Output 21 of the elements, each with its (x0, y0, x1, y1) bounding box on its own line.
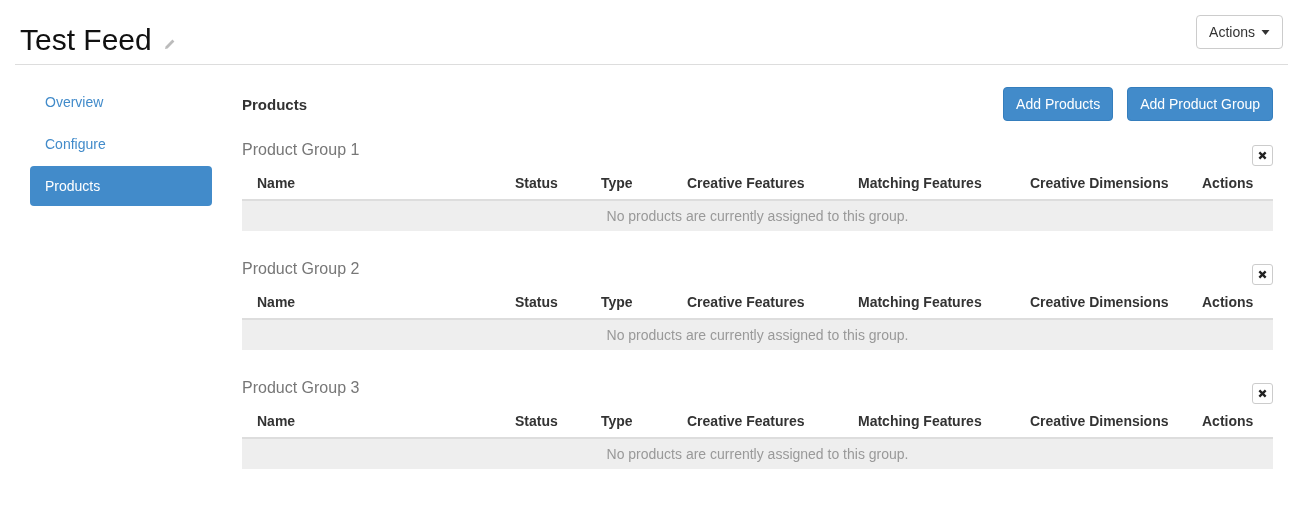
empty-message: No products are currently assigned to this group. (242, 200, 1273, 231)
actions-dropdown-button[interactable]: Actions (1196, 15, 1283, 49)
empty-message: No products are currently assigned to this group. (242, 319, 1273, 350)
group-title: Product Group 1 (242, 141, 360, 159)
section-title: Products (242, 95, 307, 113)
caret-icon (1261, 29, 1270, 35)
close-icon (1258, 270, 1267, 279)
remove-button[interactable] (1252, 145, 1273, 166)
group-title: Product Group 3 (242, 379, 360, 397)
page-title: Test Feed (20, 23, 152, 57)
close-icon (1258, 151, 1267, 160)
remove-button[interactable] (1252, 264, 1273, 285)
add-products-button[interactable]: Add Products (1003, 87, 1114, 121)
add-group-button[interactable]: Add Product Group (1127, 87, 1273, 121)
empty-message: No products are currently assigned to this group. (242, 438, 1273, 469)
sidebar-item[interactable]: Overview (30, 82, 212, 122)
group-title: Product Group 2 (242, 260, 360, 278)
close-icon (1258, 389, 1267, 398)
sidebar-item[interactable]: Configure (30, 124, 212, 164)
sidebar-item[interactable]: Products (30, 166, 212, 206)
remove-button[interactable] (1252, 383, 1273, 404)
